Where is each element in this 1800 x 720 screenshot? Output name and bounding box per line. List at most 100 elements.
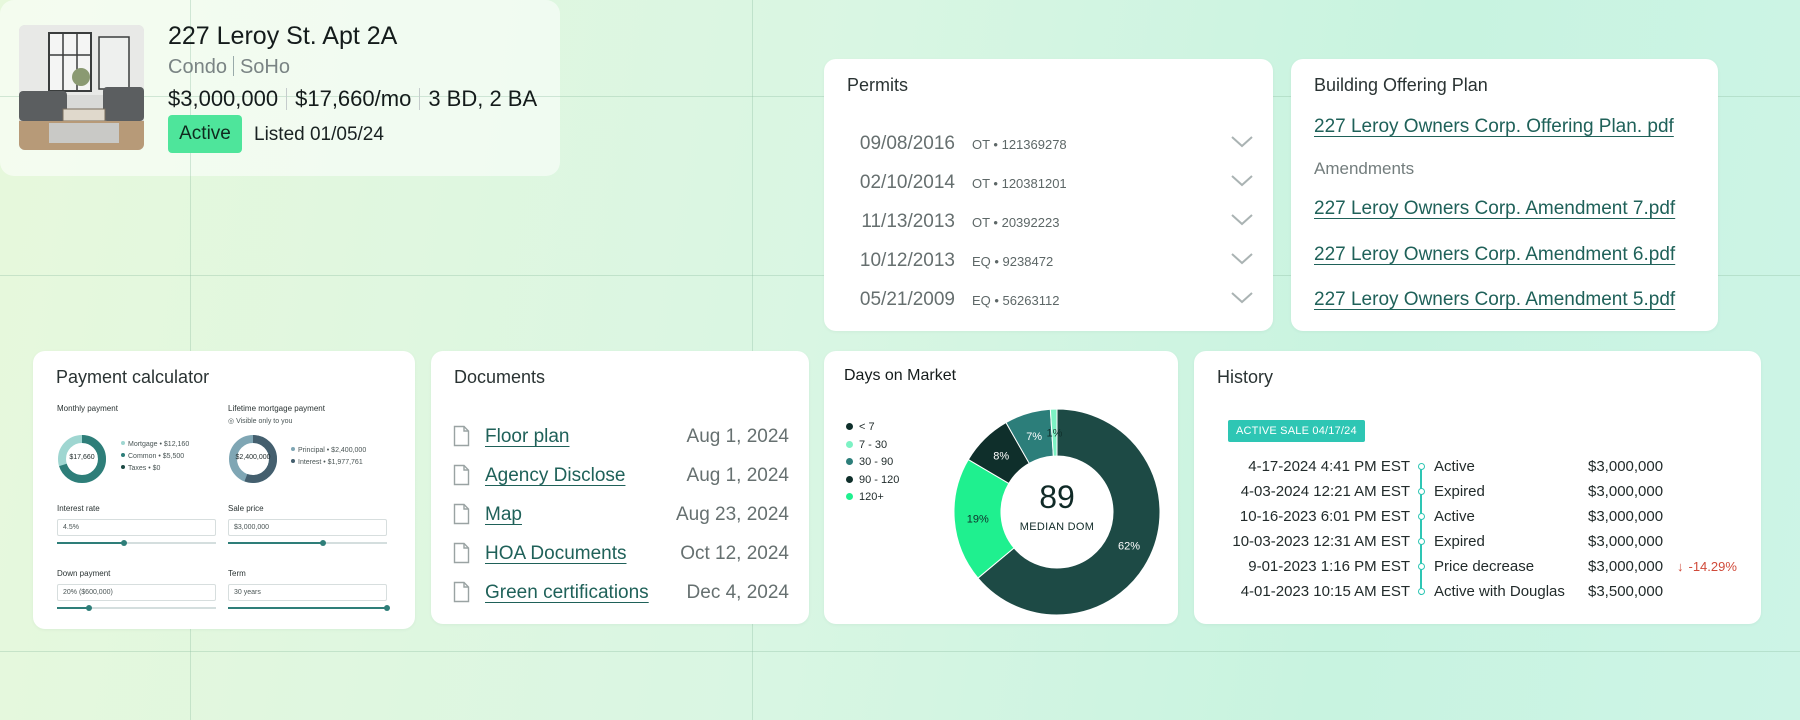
sale-price-input[interactable]: $3,000,000	[228, 519, 387, 536]
listing-monthly: $17,660/mo	[295, 86, 412, 111]
history-row: 4-01-2023 10:15 AM EST Active with Dougla…	[1194, 581, 1761, 603]
timeline-dot	[1418, 563, 1425, 570]
listing-neighborhood: SoHo	[239, 56, 290, 78]
timeline-dot	[1418, 513, 1425, 520]
monthly-legend-item: Taxes • $0	[121, 465, 160, 472]
interest-rate-label: Interest rate	[57, 504, 100, 513]
status-badge: Active	[168, 115, 242, 153]
permit-date: 10/12/2013	[859, 250, 955, 271]
monthly-legend-item: Common • $5,500	[121, 453, 184, 460]
documents-title: Documents	[454, 367, 546, 387]
document-date: Aug 23, 2024	[675, 504, 789, 525]
amendment-link[interactable]: 227 Leroy Owners Corp. Amendment 5.pdf	[1314, 289, 1675, 311]
file-icon	[453, 464, 470, 486]
document-row[interactable]: Green certifications Dec 4, 2024	[453, 579, 789, 609]
chevron-down-icon[interactable]	[1229, 288, 1255, 306]
document-link[interactable]: Floor plan	[485, 426, 570, 448]
divider	[286, 88, 288, 110]
document-link[interactable]: HOA Documents	[485, 543, 627, 565]
monthly-payment-label: Monthly payment	[57, 404, 118, 413]
permit-date: 02/10/2014	[859, 172, 955, 193]
permit-code: OT • 120381201	[972, 176, 1067, 191]
history-event: Price decrease	[1434, 558, 1535, 575]
divider	[419, 88, 421, 110]
history-price: $3,000,000	[1588, 458, 1664, 475]
slice-label: 19%	[967, 513, 989, 525]
document-row[interactable]: HOA Documents Oct 12, 2024	[453, 540, 789, 570]
down-slider-handle[interactable]	[85, 605, 92, 611]
term-input[interactable]: 30 years	[228, 584, 387, 601]
permit-code: EQ • 9238472	[972, 254, 1054, 269]
amendment-link[interactable]: 227 Leroy Owners Corp. Amendment 6.pdf	[1314, 244, 1675, 266]
interest-slider-handle[interactable]	[120, 540, 127, 546]
listing-beds-baths: 3 BD, 2 BA	[428, 86, 538, 111]
permit-row[interactable]: 11/13/2013 OT • 20392223	[824, 203, 1273, 242]
slice-label: 1%	[1046, 428, 1062, 440]
term-slider-handle[interactable]	[384, 605, 390, 611]
document-row[interactable]: Floor plan Aug 1, 2024	[453, 423, 789, 453]
history-date: 4-17-2024 4:41 PM EST	[1248, 458, 1410, 475]
file-icon	[453, 503, 470, 525]
document-link[interactable]: Green certifications	[485, 582, 649, 604]
listing-address: 227 Leroy St. Apt 2A	[168, 22, 398, 50]
document-link[interactable]: Agency Disclose	[485, 465, 625, 487]
sale-slider-handle[interactable]	[320, 540, 327, 546]
listing-photo[interactable]	[19, 25, 144, 150]
document-row[interactable]: Agency Disclose Aug 1, 2024	[453, 462, 789, 492]
sale-slider-fill	[228, 542, 324, 544]
permit-row[interactable]: 10/12/2013 EQ • 9238472	[824, 242, 1273, 281]
amendments-label: Amendments	[1314, 159, 1415, 178]
listing-price: $3,000,000	[168, 86, 279, 111]
days-on-market-card: Days on Market < 7 7 - 30 30 - 90 90 - 120 1…	[824, 351, 1178, 624]
timeline-dot	[1418, 588, 1425, 595]
legend-item: 90 - 120	[846, 474, 899, 486]
permit-code: OT • 121369278	[972, 137, 1067, 152]
history-price: $3,500,000	[1588, 583, 1664, 600]
chevron-down-icon[interactable]	[1229, 210, 1255, 228]
legend-swatch	[846, 475, 853, 483]
listing-subtitle: Condo SoHo	[168, 56, 290, 79]
permit-row[interactable]: 05/21/2009 EQ • 56263112	[824, 281, 1273, 320]
listing-price-line: $3,000,000 $17,660/mo 3 BD, 2 BA	[168, 86, 537, 112]
documents-card: Documents Floor plan Aug 1, 2024 Agency Di…	[431, 351, 809, 624]
amendment-link[interactable]: 227 Leroy Owners Corp. Amendment 7.pdf	[1314, 198, 1675, 220]
history-date: 4-03-2024 12:21 AM EST	[1240, 483, 1410, 500]
history-title: History	[1217, 367, 1274, 387]
monthly-legend-item: Mortgage • $12,160	[121, 441, 189, 448]
history-price: $3,000,000	[1588, 483, 1664, 500]
document-date: Dec 4, 2024	[686, 582, 789, 603]
history-event: Active	[1434, 508, 1475, 525]
interest-rate-input[interactable]: 4.5%	[57, 519, 216, 536]
offering-plan-link[interactable]: 227 Leroy Owners Corp. Offering Plan. pd…	[1314, 116, 1674, 138]
listing-card[interactable]: 227 Leroy St. Apt 2A Condo SoHo $3,000,00…	[0, 0, 560, 176]
chevron-down-icon[interactable]	[1229, 249, 1255, 267]
chevron-down-icon[interactable]	[1229, 132, 1255, 150]
history-event: Active	[1434, 458, 1475, 475]
permit-code: OT • 20392223	[972, 215, 1060, 230]
listing-type: Condo	[168, 56, 227, 78]
document-date: Oct 12, 2024	[680, 543, 789, 564]
dom-title: Days on Market	[844, 367, 957, 384]
permit-row[interactable]: 02/10/2014 OT • 120381201	[824, 164, 1273, 203]
monthly-value: $17,660	[69, 454, 95, 461]
term-label: Term	[228, 569, 246, 578]
median-dom-label: MEDIAN DOM	[1019, 521, 1095, 533]
document-row[interactable]: Map Aug 23, 2024	[453, 501, 789, 531]
legend-item: 30 - 90	[846, 456, 893, 468]
lifetime-payment-label: Lifetime mortgage payment	[228, 404, 325, 413]
slice-label: 62%	[1118, 541, 1140, 553]
slice-label: 8%	[993, 450, 1009, 462]
document-link[interactable]: Map	[485, 504, 522, 526]
permit-row[interactable]: 09/08/2016 OT • 121369278	[824, 125, 1273, 164]
timeline-dot	[1418, 463, 1425, 470]
file-icon	[453, 542, 470, 564]
timeline-dot	[1418, 488, 1425, 495]
history-price: $3,000,000	[1588, 533, 1664, 550]
history-event: Expired	[1434, 533, 1485, 550]
legend-item: 120+	[846, 491, 884, 503]
down-payment-input[interactable]: 20% ($600,000)	[57, 584, 216, 601]
offering-title: Building Offering Plan	[1314, 75, 1488, 95]
history-row: 10-03-2023 12:31 AM EST Expired $3,000,000	[1194, 531, 1761, 553]
chevron-down-icon[interactable]	[1229, 171, 1255, 189]
grid-line-h3	[0, 651, 1800, 652]
